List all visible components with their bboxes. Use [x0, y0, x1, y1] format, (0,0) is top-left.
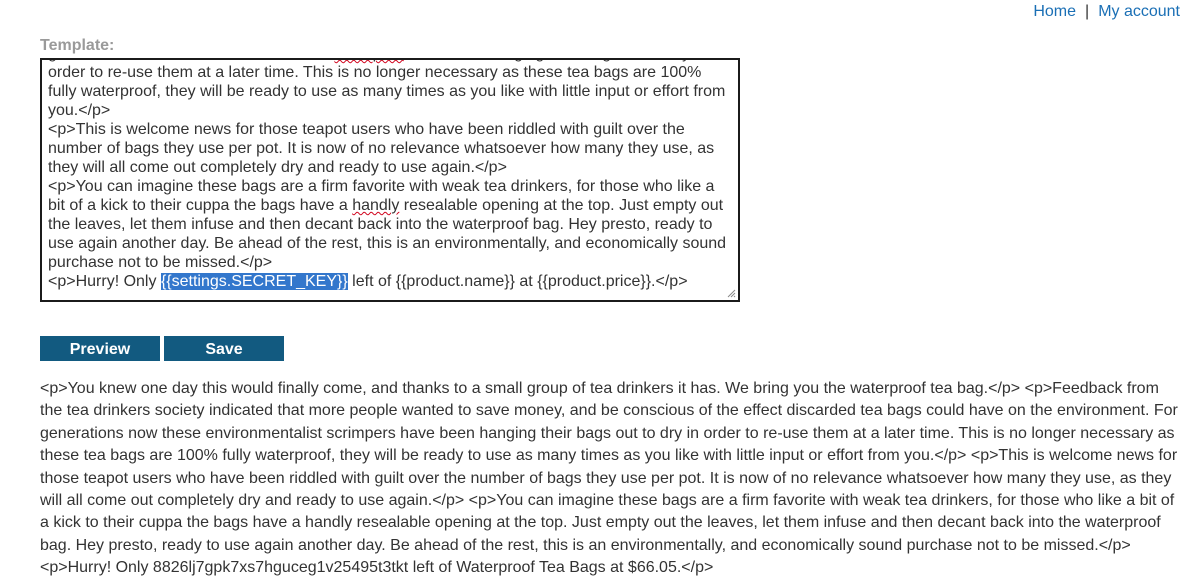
resize-grip-icon[interactable]: [726, 288, 736, 298]
template-text: the leaves, let them infuse and then dec…: [48, 216, 713, 233]
template-line: bit of a kick to their cuppa the bags ha…: [48, 196, 730, 215]
top-nav: Home | My account: [1033, 3, 1180, 21]
template-line: you.</p>: [48, 101, 730, 120]
preview-text: <p>You knew one day this would finally c…: [40, 380, 1178, 577]
misspelled-word: handly: [352, 197, 400, 214]
template-line: <p>This is welcome news for those teapot…: [48, 120, 730, 139]
template-text: use again another day. Be ahead of the r…: [48, 235, 727, 252]
template-line: use again another day. Be ahead of the r…: [48, 234, 730, 253]
template-line: purchase not to be missed.</p>: [48, 253, 730, 272]
template-line: fully waterproof, they will be ready to …: [48, 82, 730, 101]
template-text: have been hanging their bags out to dry …: [404, 60, 707, 62]
template-textarea[interactable]: generations now these environmentalist s…: [40, 58, 740, 302]
template-text: generations now these environmentalist: [48, 60, 334, 62]
template-text: <p>This is welcome news for those teapot…: [48, 121, 685, 138]
nav-separator: |: [1085, 3, 1090, 20]
template-text: you.</p>: [48, 102, 111, 119]
template-line: <p>Hurry! Only {{settings.SECRET_KEY}} l…: [48, 272, 730, 291]
template-text: order to re-use them at a later time. Th…: [48, 64, 702, 81]
my-account-link[interactable]: My account: [1098, 3, 1180, 20]
template-text: left of {{product.name}} at {{product.pr…: [347, 273, 688, 290]
template-text: purchase not to be missed.</p>: [48, 254, 273, 271]
template-text: <p>You can imagine these bags are a firm…: [48, 178, 715, 195]
template-line: number of bags they use per pot. It is n…: [48, 139, 730, 158]
preview-output: <p>You knew one day this would finally c…: [40, 378, 1182, 580]
home-link[interactable]: Home: [1033, 3, 1076, 20]
save-button[interactable]: Save: [164, 336, 284, 361]
template-content[interactable]: generations now these environmentalist s…: [48, 60, 730, 291]
template-text: resealable opening at the top. Just empt…: [399, 197, 724, 214]
template-label: Template:: [40, 37, 115, 54]
template-line: order to re-use them at a later time. Th…: [48, 63, 730, 82]
template-text: they will all come out completely dry an…: [48, 159, 507, 176]
misspelled-word: scrimpers: [334, 60, 403, 62]
template-text: <p>Hurry! Only: [48, 273, 161, 290]
selected-text: {{settings.SECRET_KEY}}: [160, 273, 348, 290]
preview-button[interactable]: Preview: [40, 336, 160, 361]
template-line: the leaves, let them infuse and then dec…: [48, 215, 730, 234]
template-text: bit of a kick to their cuppa the bags ha…: [48, 197, 353, 214]
template-text: fully waterproof, they will be ready to …: [48, 83, 726, 100]
template-text: number of bags they use per pot. It is n…: [48, 140, 715, 157]
template-line: <p>You can imagine these bags are a firm…: [48, 177, 730, 196]
template-line: they will all come out completely dry an…: [48, 158, 730, 177]
